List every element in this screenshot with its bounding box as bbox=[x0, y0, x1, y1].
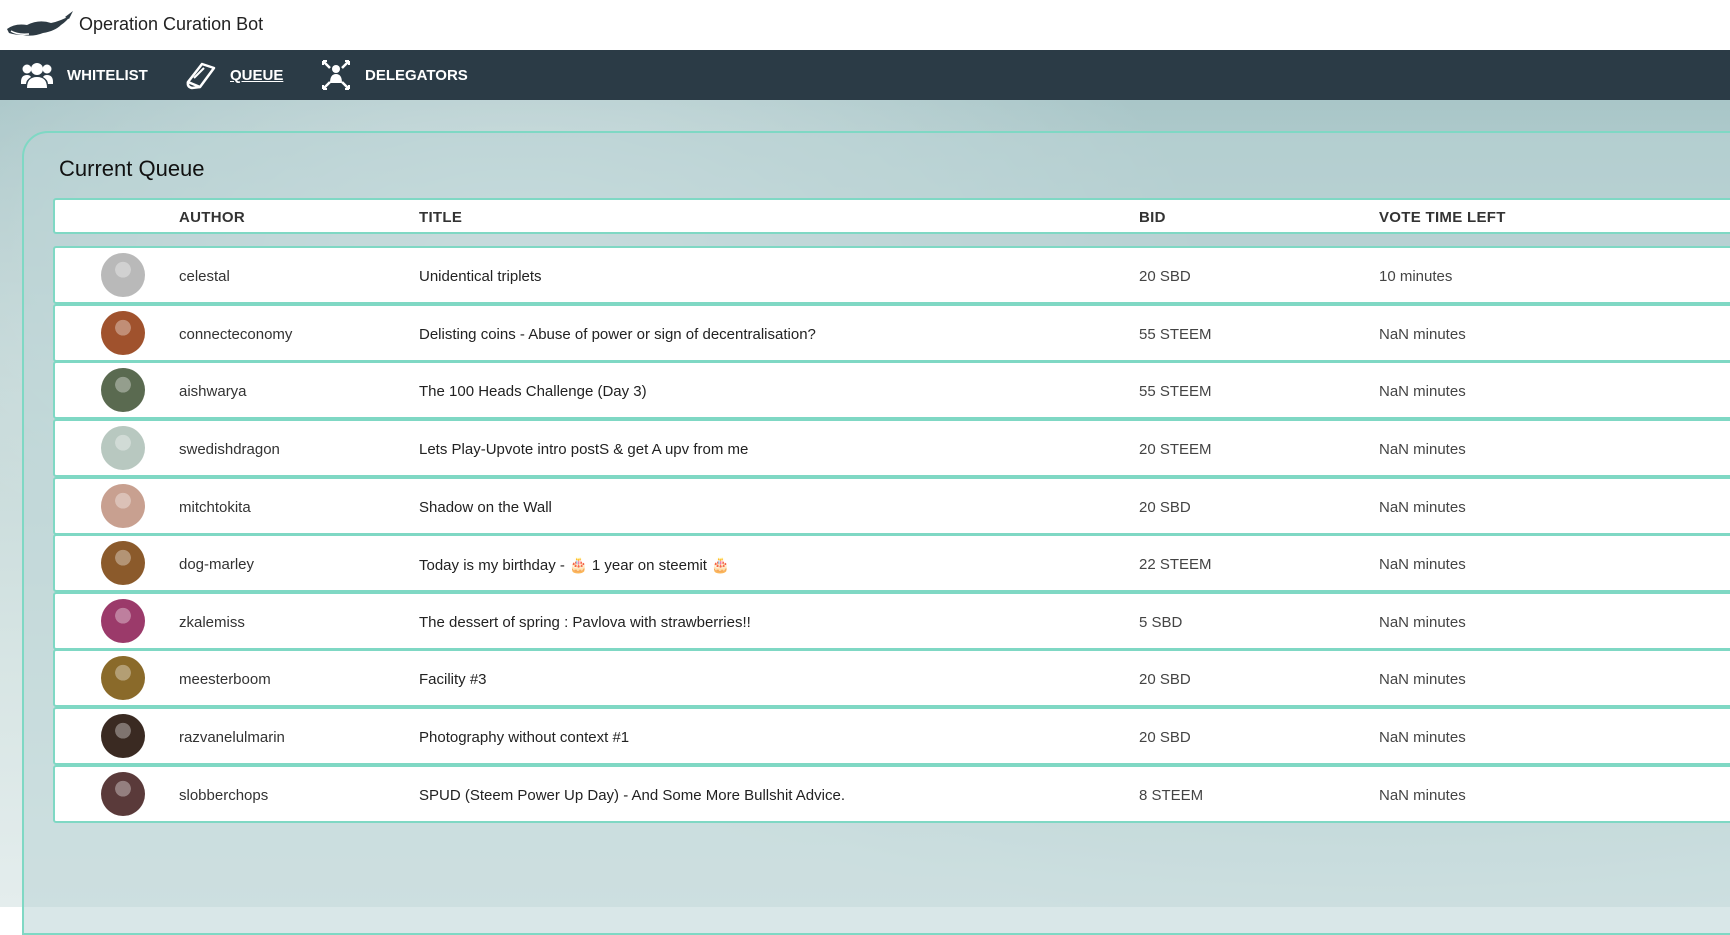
table-row[interactable]: meesterboom Facility #3 20 SBD NaN minutes bbox=[53, 649, 1730, 707]
column-author: AUTHOR bbox=[179, 209, 245, 226]
avatar[interactable] bbox=[101, 772, 145, 816]
page-title: Current Queue bbox=[59, 156, 205, 181]
column-vote-time-left: VOTE TIME LEFT bbox=[1379, 209, 1506, 226]
table-row[interactable]: slobberchops SPUD (Steem Power Up Day) - … bbox=[53, 765, 1730, 823]
bid-amount: 20 SBD bbox=[1139, 268, 1191, 285]
table-row[interactable]: mitchtokita Shadow on the Wall 20 SBD NaN m… bbox=[53, 477, 1730, 535]
avatar[interactable] bbox=[101, 656, 145, 700]
author-name[interactable]: connecteconomy bbox=[179, 326, 292, 343]
vote-time-left: NaN minutes bbox=[1379, 441, 1466, 458]
avatar[interactable] bbox=[101, 368, 145, 412]
nav-whitelist[interactable]: WHITELIST bbox=[21, 50, 148, 100]
column-bid: BID bbox=[1139, 209, 1166, 226]
nav-queue-label: QUEUE bbox=[230, 66, 284, 84]
bid-amount: 20 SBD bbox=[1139, 671, 1191, 688]
bid-amount: 22 STEEM bbox=[1139, 556, 1212, 573]
author-name[interactable]: dog-marley bbox=[179, 556, 254, 573]
avatar[interactable] bbox=[101, 311, 145, 355]
book-icon bbox=[186, 62, 216, 90]
post-title[interactable]: Delisting coins - Abuse of power or sign… bbox=[419, 326, 816, 343]
delegators-icon bbox=[322, 60, 350, 90]
author-name[interactable]: slobberchops bbox=[179, 787, 268, 804]
bid-amount: 8 STEEM bbox=[1139, 787, 1204, 804]
avatar[interactable] bbox=[101, 253, 145, 297]
post-title[interactable]: Today is my birthday - 🎂 1 year on steem… bbox=[419, 556, 730, 574]
table-row[interactable]: razvanelulmarin Photography without conte… bbox=[53, 707, 1730, 765]
bid-amount: 20 STEEM bbox=[1139, 441, 1212, 458]
vote-time-left: NaN minutes bbox=[1379, 787, 1466, 804]
nav-whitelist-label: WHITELIST bbox=[67, 66, 148, 84]
vote-time-left: NaN minutes bbox=[1379, 326, 1466, 343]
vote-time-left: NaN minutes bbox=[1379, 499, 1466, 516]
post-title[interactable]: Unidentical triplets bbox=[419, 268, 542, 285]
top-bar: Operation Curation Bot bbox=[0, 0, 1730, 50]
table-header: AUTHOR TITLE BID VOTE TIME LEFT bbox=[53, 198, 1730, 234]
post-title[interactable]: Lets Play-Upvote intro postS & get A upv… bbox=[419, 441, 748, 458]
bid-amount: 55 STEEM bbox=[1139, 326, 1212, 343]
author-name[interactable]: zkalemiss bbox=[179, 614, 245, 631]
bid-amount: 20 SBD bbox=[1139, 729, 1191, 746]
table-row[interactable]: dog-marley Today is my birthday - 🎂 1 yea… bbox=[53, 534, 1730, 592]
author-name[interactable]: mitchtokita bbox=[179, 499, 251, 516]
avatar[interactable] bbox=[101, 426, 145, 470]
avatar[interactable] bbox=[101, 484, 145, 528]
nav-delegators[interactable]: DELEGATORS bbox=[321, 50, 468, 100]
table-row[interactable]: aishwarya The 100 Heads Challenge (Day 3)… bbox=[53, 361, 1730, 419]
avatar[interactable] bbox=[101, 541, 145, 585]
users-icon bbox=[21, 63, 53, 88]
post-title[interactable]: Facility #3 bbox=[419, 671, 487, 688]
bid-amount: 55 STEEM bbox=[1139, 383, 1212, 400]
author-name[interactable]: razvanelulmarin bbox=[179, 729, 285, 746]
post-title[interactable]: The dessert of spring : Pavlova with str… bbox=[419, 614, 751, 631]
whale-logo-icon[interactable] bbox=[5, 9, 73, 39]
table-row[interactable]: celestal Unidentical triplets 20 SBD 10 min… bbox=[53, 246, 1730, 304]
post-title[interactable]: The 100 Heads Challenge (Day 3) bbox=[419, 383, 647, 400]
vote-time-left: 10 minutes bbox=[1379, 268, 1453, 285]
post-title[interactable]: Photography without context #1 bbox=[419, 729, 629, 746]
vote-time-left: NaN minutes bbox=[1379, 671, 1466, 688]
column-title: TITLE bbox=[419, 209, 463, 226]
avatar[interactable] bbox=[101, 599, 145, 643]
main-nav: WHITELIST QUEUE DELEGATORS bbox=[0, 50, 1730, 100]
nav-delegators-label: DELEGATORS bbox=[365, 66, 468, 84]
author-name[interactable]: swedishdragon bbox=[179, 441, 280, 458]
nav-queue[interactable]: QUEUE bbox=[184, 50, 283, 100]
author-name[interactable]: celestal bbox=[179, 268, 230, 285]
vote-time-left: NaN minutes bbox=[1379, 614, 1466, 631]
table-row[interactable]: swedishdragon Lets Play-Upvote intro post… bbox=[53, 419, 1730, 477]
author-name[interactable]: aishwarya bbox=[179, 383, 247, 400]
vote-time-left: NaN minutes bbox=[1379, 729, 1466, 746]
post-title[interactable]: Shadow on the Wall bbox=[419, 499, 552, 516]
bid-amount: 5 SBD bbox=[1139, 614, 1183, 631]
table-row[interactable]: connecteconomy Delisting coins - Abuse of… bbox=[53, 304, 1730, 362]
vote-time-left: NaN minutes bbox=[1379, 556, 1466, 573]
table-row[interactable]: zkalemiss The dessert of spring : Pavlova… bbox=[53, 592, 1730, 650]
app-title: Operation Curation Bot bbox=[79, 14, 264, 34]
author-name[interactable]: meesterboom bbox=[179, 671, 271, 688]
avatar[interactable] bbox=[101, 714, 145, 758]
bid-amount: 20 SBD bbox=[1139, 499, 1191, 516]
vote-time-left: NaN minutes bbox=[1379, 383, 1466, 400]
post-title[interactable]: SPUD (Steem Power Up Day) - And Some Mor… bbox=[419, 787, 845, 804]
